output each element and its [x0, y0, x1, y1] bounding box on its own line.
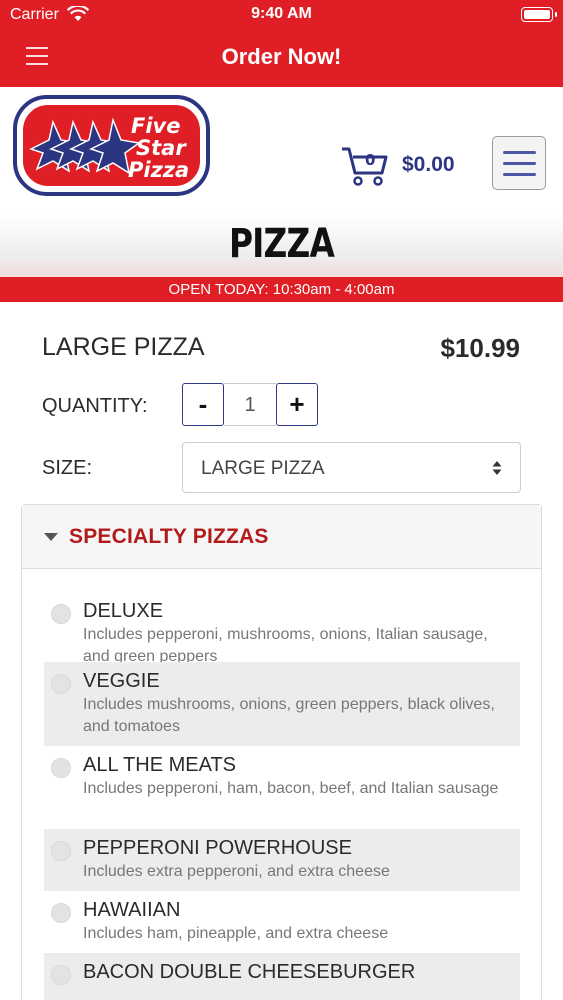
app-header: Carrier 9:40 AM Order Now! — [0, 0, 563, 87]
option-name: PEPPERONI POWERHOUSE — [83, 837, 352, 859]
option-description: Includes pepperoni, ham, bacon, beef, an… — [83, 780, 499, 797]
size-label: SIZE: — [42, 457, 93, 479]
hours-bar: OPEN TODAY: 10:30am - 4:00am — [0, 277, 563, 302]
radio-button[interactable] — [51, 841, 71, 861]
logo-text-pizza: Pizza — [128, 158, 189, 182]
cart-icon[interactable]: 0 — [340, 143, 390, 187]
option-description: Includes mushrooms, onions, green pepper… — [83, 696, 495, 735]
clock: 9:40 AM — [251, 5, 312, 22]
option-description: Includes extra pepperoni, and extra chee… — [83, 863, 390, 880]
option-pepperoni-powerhouse[interactable]: PEPPERONI POWERHOUSE Includes extra pepp… — [44, 829, 520, 891]
caret-down-icon — [44, 533, 58, 541]
specialty-options-list: DELUXE Includes pepperoni, mushrooms, on… — [44, 592, 520, 1000]
option-deluxe[interactable]: DELUXE Includes pepperoni, mushrooms, on… — [44, 592, 520, 665]
five-star-pizza-logo[interactable]: Five Star Pizza — [13, 95, 210, 196]
size-select[interactable]: LARGE PIZZA — [182, 442, 521, 493]
option-name: HAWAIIAN — [83, 899, 181, 921]
option-all-the-meats[interactable]: ALL THE MEATS Includes pepperoni, ham, b… — [44, 746, 520, 829]
option-name: BACON DOUBLE CHEESEBURGER — [83, 961, 416, 983]
decrease-quantity-button[interactable]: - — [182, 383, 224, 426]
option-veggie[interactable]: VEGGIE Includes mushrooms, onions, green… — [44, 662, 520, 746]
specialty-pizzas-header[interactable]: SPECIALTY PIZZAS — [22, 505, 541, 569]
specialty-pizzas-title: SPECIALTY PIZZAS — [69, 525, 269, 548]
radio-button[interactable] — [51, 965, 71, 985]
radio-button[interactable] — [51, 674, 71, 694]
product-name: LARGE PIZZA — [42, 333, 205, 361]
quantity-stepper: - 1 + — [182, 383, 318, 426]
radio-button[interactable] — [51, 604, 71, 624]
option-name: DELUXE — [83, 600, 164, 622]
option-name: ALL THE MEATS — [83, 754, 237, 776]
status-bar: Carrier 9:40 AM — [0, 0, 563, 30]
logo-text-five: Five — [131, 114, 180, 138]
size-selected-value: LARGE PIZZA — [201, 458, 325, 479]
site-header: Five Star Pizza 0 $0.00 — [0, 87, 563, 215]
page-title: PIZZA — [228, 221, 335, 267]
app-title: Order Now! — [221, 44, 342, 69]
increase-quantity-button[interactable]: + — [276, 383, 318, 426]
specialty-pizzas-panel: SPECIALTY PIZZAS DELUXE Includes peppero… — [21, 504, 542, 1000]
logo-text-star: Star — [136, 136, 187, 160]
option-name: VEGGIE — [83, 670, 160, 692]
battery-icon — [521, 7, 557, 22]
quantity-input[interactable]: 1 — [224, 383, 276, 426]
product-price: $10.99 — [440, 333, 520, 363]
quantity-label: QUANTITY: — [42, 395, 148, 417]
cart-total[interactable]: $0.00 — [402, 153, 455, 177]
option-bacon-double-cheeseburger[interactable]: BACON DOUBLE CHEESEBURGER — [44, 953, 520, 1000]
option-hawaiian[interactable]: HAWAIIAN Includes ham, pineapple, and ex… — [44, 891, 520, 953]
site-menu-button[interactable] — [492, 136, 546, 190]
select-arrows-icon — [492, 461, 502, 475]
page-banner: PIZZA — [0, 215, 563, 277]
radio-button[interactable] — [51, 758, 71, 778]
cart-count: 0 — [365, 151, 375, 169]
radio-button[interactable] — [51, 903, 71, 923]
option-description: Includes ham, pineapple, and extra chees… — [83, 925, 389, 942]
